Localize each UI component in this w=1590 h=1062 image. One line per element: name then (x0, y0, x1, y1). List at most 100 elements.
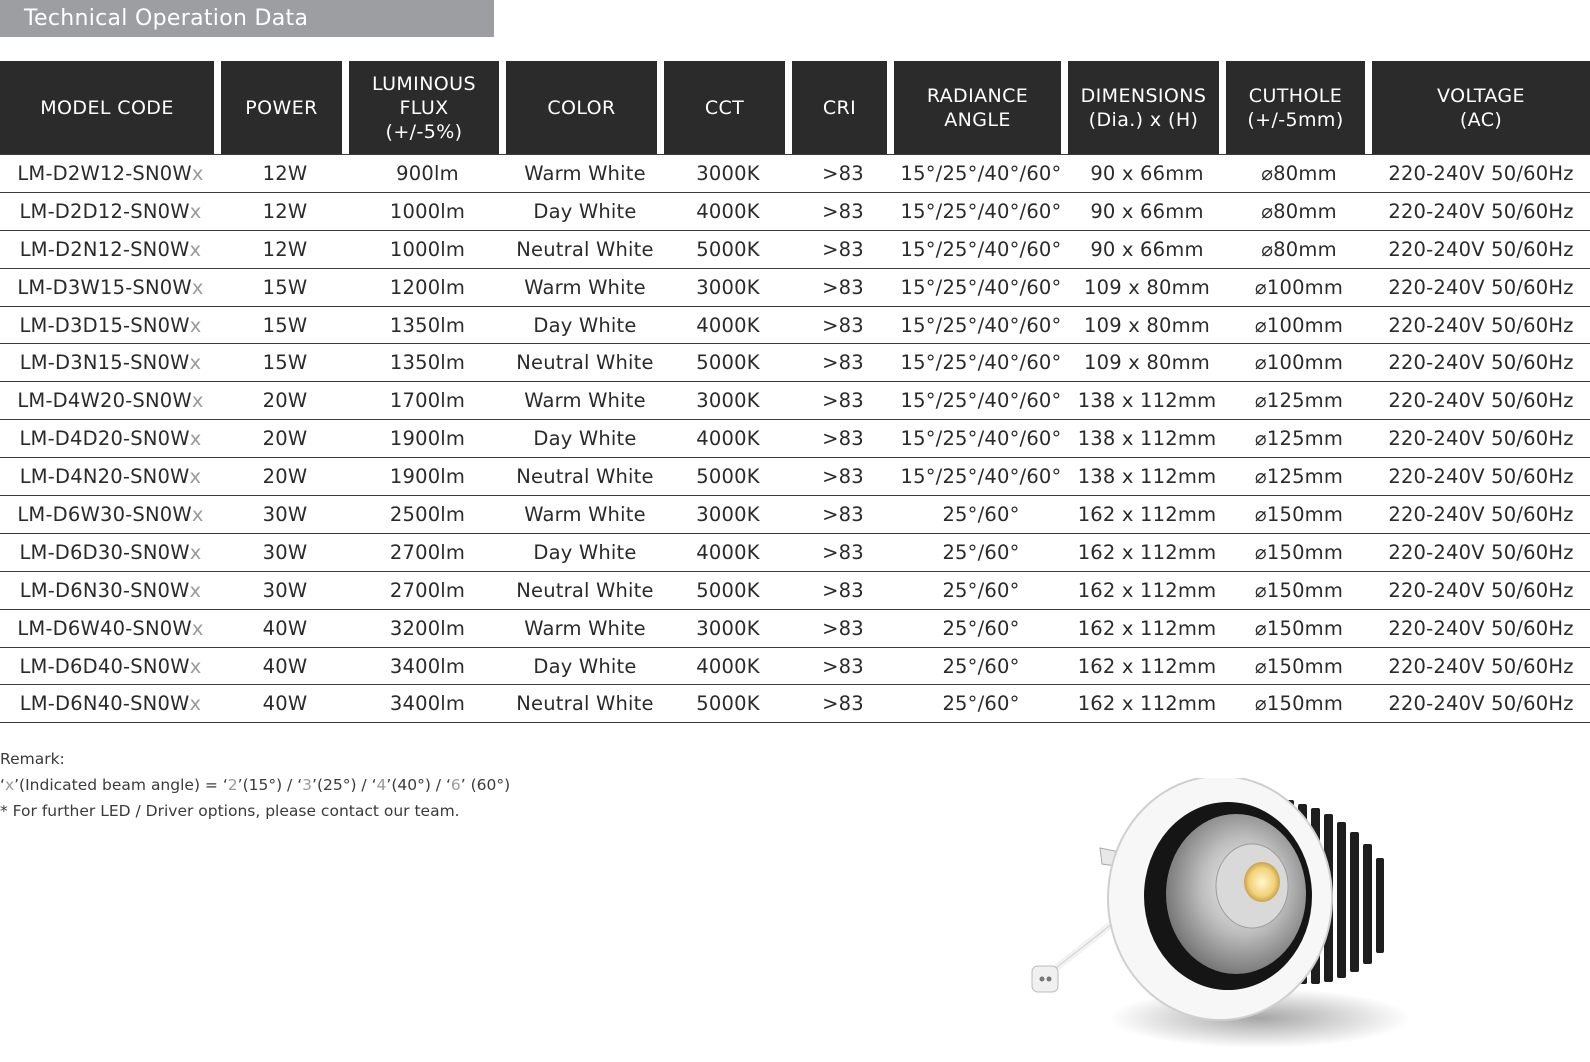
cell-cuthole: ⌀150mm (1226, 496, 1372, 534)
cell-voltage: 220-240V 50/60Hz (1372, 685, 1590, 724)
cell-voltage: 220-240V 50/60Hz (1372, 610, 1590, 648)
model-beam-suffix: x (191, 616, 204, 640)
remark-code-6: 6 (450, 776, 461, 794)
model-beam-suffix: x (189, 465, 202, 489)
cell-color: Warm White (506, 269, 664, 307)
table-header-row: MODEL CODE POWER LUMINOUS FLUX (+/-5%) COLOR C… (0, 61, 1590, 154)
cell-voltage: 220-240V 50/60Hz (1372, 231, 1590, 269)
cell-angle: 15°/25°/40°/60° (894, 420, 1068, 459)
cell-model: LM-D6W30-SN0Wx (0, 496, 221, 534)
cell-flux: 1700lm (349, 382, 506, 421)
cell-angle: 25°/60° (894, 648, 1068, 686)
cell-model: LM-D2W12-SN0Wx (0, 154, 221, 193)
cell-cuthole: ⌀100mm (1226, 307, 1372, 345)
cell-model: LM-D6N40-SN0Wx (0, 685, 221, 724)
cell-cri: >83 (792, 648, 894, 686)
column-header-line: CUTHOLE (1248, 84, 1343, 107)
column-header: MODEL CODE (0, 61, 221, 154)
table-row: LM-D2N12-SN0Wx 12W 1000lm Neutral White 5000… (0, 231, 1590, 269)
cell-color: Day White (506, 307, 664, 345)
cell-cct: 5000K (664, 344, 792, 383)
table-row: LM-D2W12-SN0Wx 12W 900lm Warm White 3000K >83… (0, 154, 1590, 193)
cell-voltage: 220-240V 50/60Hz (1372, 648, 1590, 686)
model-beam-suffix: x (189, 351, 202, 375)
cell-voltage: 220-240V 50/60Hz (1372, 458, 1590, 497)
cell-flux: 2700lm (349, 534, 506, 572)
column-header: COLOR (506, 61, 664, 154)
table-row: LM-D3D15-SN0Wx 15W 1350lm Day White 4000K >83… (0, 307, 1590, 345)
model-beam-suffix: x (189, 313, 202, 337)
cell-cri: >83 (792, 154, 894, 193)
column-header: CCT (664, 61, 792, 154)
cell-cct: 3000K (664, 154, 792, 193)
section-title: Technical Operation Data (0, 0, 494, 37)
cell-color: Day White (506, 193, 664, 231)
cell-power: 20W (221, 458, 349, 497)
cell-flux: 1900lm (349, 458, 506, 497)
remark-text: ’(Indicated beam angle) = ‘ (14, 776, 228, 794)
cell-flux: 2700lm (349, 572, 506, 610)
cell-angle: 15°/25°/40°/60° (894, 154, 1068, 193)
cell-color: Warm White (506, 154, 664, 193)
cell-model: LM-D4D20-SN0Wx (0, 420, 221, 459)
remark-heading: Remark: (0, 750, 65, 768)
cell-cct: 3000K (664, 496, 792, 534)
model-code: LM-D6N30-SN0W (19, 578, 190, 602)
remark-note: * For further LED / Driver options, plea… (0, 802, 460, 820)
column-header-line: LUMINOUS (372, 72, 476, 95)
cell-angle: 15°/25°/40°/60° (894, 307, 1068, 345)
column-header-line: VOLTAGE (1437, 84, 1525, 107)
cell-voltage: 220-240V 50/60Hz (1372, 572, 1590, 610)
table-row: LM-D3N15-SN0Wx 15W 1350lm Neutral White 5000… (0, 344, 1590, 383)
cell-model: LM-D2N12-SN0Wx (0, 231, 221, 269)
remark-text: ’ (60°) (460, 776, 511, 794)
model-code: LM-D6N40-SN0W (19, 692, 190, 716)
column-header-line: (+/-5mm) (1247, 108, 1344, 131)
remark-code-2: 2 (227, 776, 238, 794)
table-row: LM-D3W15-SN0Wx 15W 1200lm Warm White 3000K >8… (0, 269, 1590, 307)
model-code: LM-D6D40-SN0W (19, 654, 190, 678)
model-code: LM-D3D15-SN0W (19, 313, 190, 337)
model-beam-suffix: x (191, 161, 204, 185)
cell-model: LM-D6D30-SN0Wx (0, 534, 221, 572)
cell-power: 12W (221, 231, 349, 269)
table-row: LM-D6D40-SN0Wx 40W 3400lm Day White 4000K >83… (0, 648, 1590, 686)
remark-code-3: 3 (302, 776, 313, 794)
cell-color: Warm White (506, 382, 664, 421)
cell-voltage: 220-240V 50/60Hz (1372, 307, 1590, 345)
cell-flux: 1000lm (349, 231, 506, 269)
model-beam-suffix: x (189, 427, 202, 451)
cell-dimensions: 162 x 112mm (1068, 534, 1226, 572)
cell-model: LM-D4N20-SN0Wx (0, 458, 221, 497)
cell-flux: 1350lm (349, 344, 506, 383)
model-beam-suffix: x (191, 389, 204, 413)
column-header-line: (+/-5%) (385, 120, 463, 143)
cell-color: Neutral White (506, 458, 664, 497)
cell-power: 15W (221, 344, 349, 383)
remark-text: ’(40°) / ‘ (386, 776, 451, 794)
cell-model: LM-D6N30-SN0Wx (0, 572, 221, 610)
cell-cuthole: ⌀100mm (1226, 344, 1372, 383)
cell-cri: >83 (792, 458, 894, 497)
cell-angle: 25°/60° (894, 534, 1068, 572)
cell-power: 20W (221, 420, 349, 459)
cell-color: Warm White (506, 496, 664, 534)
table-body: LM-D2W12-SN0Wx 12W 900lm Warm White 3000K >83… (0, 154, 1590, 724)
cell-cct: 5000K (664, 231, 792, 269)
column-header-line: (Dia.) x (H) (1088, 108, 1199, 131)
cell-model: LM-D2D12-SN0Wx (0, 193, 221, 231)
cell-voltage: 220-240V 50/60Hz (1372, 534, 1590, 572)
cell-dimensions: 162 x 112mm (1068, 496, 1226, 534)
cell-cri: >83 (792, 382, 894, 421)
cell-cuthole: ⌀150mm (1226, 572, 1372, 610)
cell-angle: 15°/25°/40°/60° (894, 269, 1068, 307)
cell-voltage: 220-240V 50/60Hz (1372, 496, 1590, 534)
cell-cct: 3000K (664, 610, 792, 648)
cell-dimensions: 109 x 80mm (1068, 344, 1226, 383)
cell-flux: 3400lm (349, 685, 506, 724)
cell-dimensions: 162 x 112mm (1068, 685, 1226, 724)
table-row: LM-D6W30-SN0Wx 30W 2500lm Warm White 3000K >8… (0, 496, 1590, 534)
model-beam-suffix: x (191, 275, 204, 299)
cell-color: Neutral White (506, 572, 664, 610)
cell-color: Neutral White (506, 685, 664, 724)
